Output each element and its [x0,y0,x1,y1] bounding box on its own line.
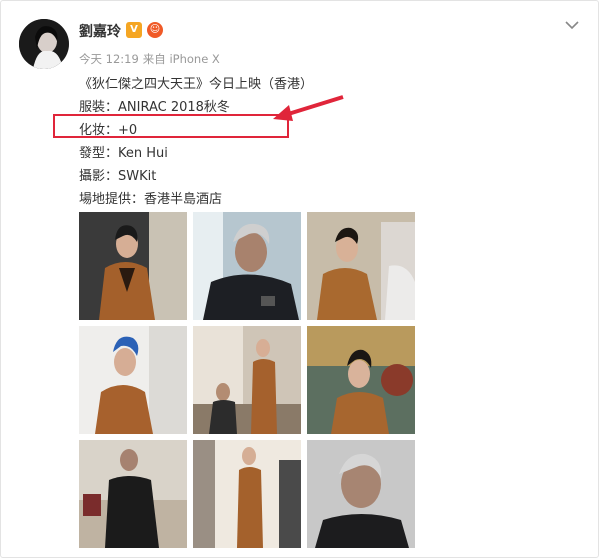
photo-thumbnail[interactable] [193,212,301,320]
photo-thumbnail[interactable] [79,326,187,434]
post-meta: 今天 12:19 来自 iPhone X [79,51,220,67]
member-icon: ☺ [147,22,163,38]
post-text-line: 《狄仁傑之四大天王》今日上映（香港） [79,77,314,92]
verified-icon: V [126,22,142,38]
photo-thumbnail[interactable] [79,440,187,548]
post-source: 来自 iPhone X [142,52,220,66]
highlight-box [53,114,289,138]
post-text-line: 場地提供：香港半島酒店 [79,192,223,207]
photo-thumbnail[interactable] [307,212,415,320]
avatar[interactable] [19,19,69,69]
post-text-line: 攝影：SWKit [79,169,157,184]
chevron-down-icon[interactable] [564,17,580,33]
photo-thumbnail[interactable] [193,326,301,434]
post-text-line: 發型：Ken Hui [79,146,168,161]
username[interactable]: 劉嘉玲 [79,21,121,41]
post-text-line: 服裝：ANIRAC 2018秋冬 [79,100,230,115]
photo-thumbnail[interactable] [193,440,301,548]
post-time[interactable]: 今天 12:19 [79,52,139,66]
highlight-arrow-icon [273,95,344,121]
photo-thumbnail[interactable] [79,212,187,320]
photo-thumbnail[interactable] [307,440,415,548]
photo-thumbnail[interactable] [307,326,415,434]
weibo-post-card: 劉嘉玲 V ☺ 今天 12:19 来自 iPhone X 《狄仁傑之四大天王》今日… [0,0,599,558]
